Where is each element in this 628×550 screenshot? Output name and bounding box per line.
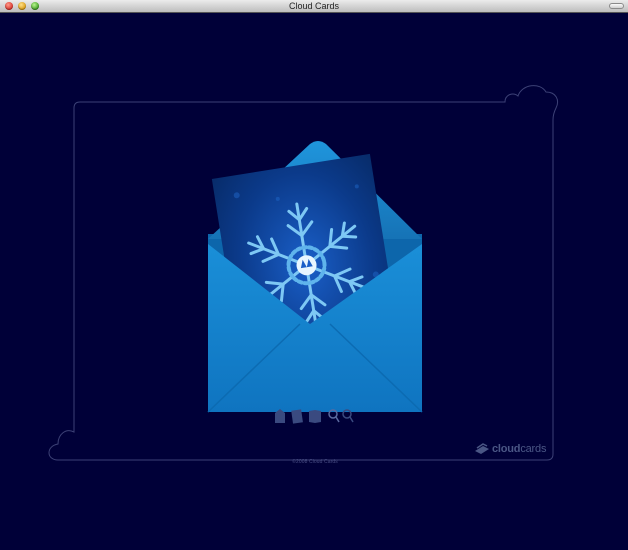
brand-name-bold: cloud xyxy=(492,443,521,455)
card-open-icon[interactable] xyxy=(307,407,323,425)
brand-name: cloudcards xyxy=(492,443,546,455)
card-flip-icon[interactable] xyxy=(289,407,305,425)
card-toolbar xyxy=(272,407,358,429)
cloudcards-logo[interactable]: cloudcards xyxy=(474,442,546,456)
copyright-text: ©2008 Cloud Cards xyxy=(292,459,338,465)
app-stage: cloudcards ©2008 Cloud Cards xyxy=(0,14,628,550)
toolbar-toggle-button[interactable] xyxy=(609,3,624,9)
greeting-card-preview[interactable] xyxy=(200,124,440,424)
card-front-icon[interactable] xyxy=(272,407,288,425)
brand-name-light: cards xyxy=(520,443,547,455)
window-titlebar[interactable]: Cloud Cards xyxy=(0,0,628,13)
envelope-with-card xyxy=(207,141,423,413)
zoom-out-icon[interactable] xyxy=(340,407,356,425)
cloudcards-logo-icon xyxy=(475,443,489,454)
window-title: Cloud Cards xyxy=(288,1,340,11)
